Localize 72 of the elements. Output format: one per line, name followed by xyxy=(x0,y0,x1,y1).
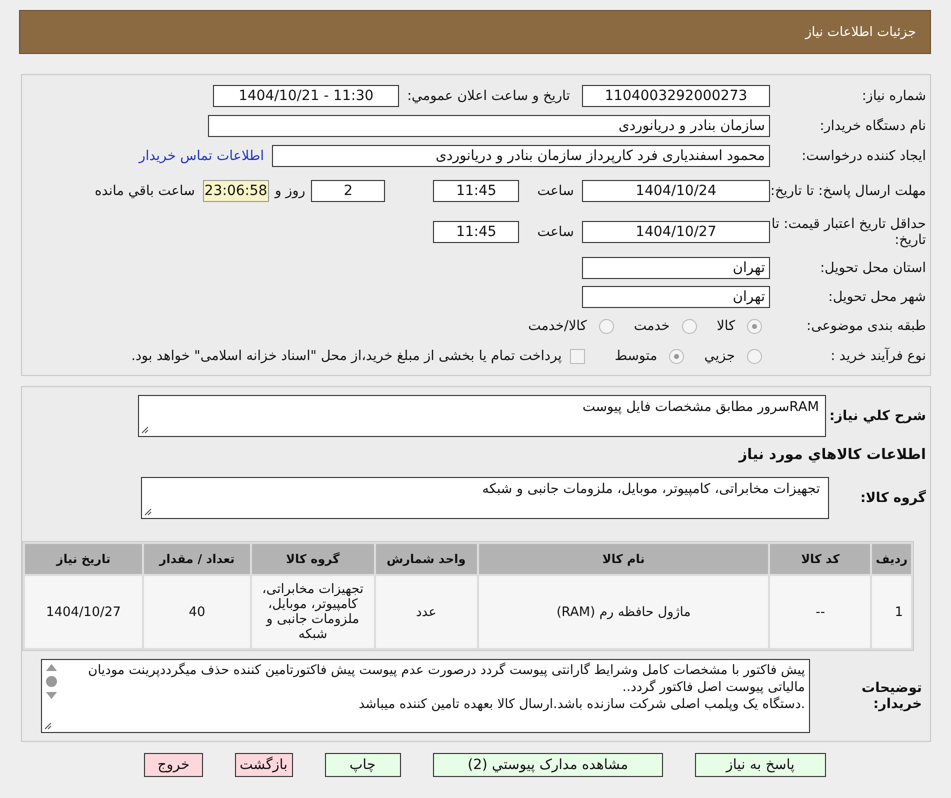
city-field: تهران xyxy=(582,286,770,308)
table-cell: -- xyxy=(770,576,870,648)
field-label: استان محل تحویل: xyxy=(819,260,927,276)
requester-field: محمود اسفندیاری فرد کارپرداز سازمان بنادر و دریانوردی xyxy=(272,145,770,167)
action-button[interactable]: چاپ xyxy=(324,753,401,777)
column-header: تاریخ نیاز xyxy=(25,544,142,574)
field-label: تاریخ و ساعت اعلان عمومي: xyxy=(407,88,570,104)
province-field: تهران xyxy=(582,256,770,278)
scroll-thumb-icon[interactable] xyxy=(46,676,57,687)
announce-date-field: 1404/10/21 - 11:30 xyxy=(213,85,400,107)
field-label: ساعت باقي مانده xyxy=(94,183,195,199)
validity-time-field: 11:45 xyxy=(433,221,520,243)
action-button[interactable]: بازگشت xyxy=(234,753,292,777)
table-cell: 1404/10/27 xyxy=(25,576,142,648)
checkbox[interactable] xyxy=(570,348,585,364)
radio-button[interactable] xyxy=(598,318,614,334)
resize-grip-icon xyxy=(144,508,152,516)
field-label: طبقه بندی موضوعی: xyxy=(806,318,927,334)
field-label: ایجاد کننده درخواست: xyxy=(800,148,927,164)
goods-group-field: تجهیزات مخابراتی، کامپیوتر، موبایل، ملزومات جانبی و شبکه xyxy=(141,477,829,519)
resize-grip-icon xyxy=(141,426,149,434)
section-heading: اطلاعات كالاهاي مورد نياز xyxy=(738,447,927,463)
field-label: گروه کالا: xyxy=(859,490,927,506)
deadline-time-field: 11:45 xyxy=(433,180,520,202)
column-header: تعداد / مقدار xyxy=(144,544,250,574)
action-button[interactable]: مشاهده مدارک پیوستي (2) xyxy=(432,753,664,777)
days-field: 2 xyxy=(311,180,386,202)
column-header: نام کالا xyxy=(478,544,768,574)
action-button[interactable]: پاسخ به نیاز xyxy=(695,753,826,777)
field-label: ساعت xyxy=(537,183,574,199)
scroll-up-icon[interactable] xyxy=(46,664,57,671)
radio-label: کالا/خدمت xyxy=(528,318,587,334)
table-cell: عدد xyxy=(376,576,477,648)
column-header: گروه کالا xyxy=(252,544,374,574)
column-header: ردیف xyxy=(872,544,911,574)
radio-label: متوسط xyxy=(614,348,658,364)
action-button[interactable]: خروج xyxy=(144,753,203,777)
field-label: مهلت ارسال پاسخ: تا تاریخ: xyxy=(770,183,927,199)
field-label: نوع فرآیند خرید : xyxy=(830,348,927,364)
countdown-field: 23:06:58 xyxy=(202,180,269,202)
buyer-notes-field: پیش فاکتور با مشخصات کامل وشرایط گارانتی پیوست گردد درصورت عدم پیوست پیش فاکتورتامین کننده حذف میگرددپرینت مودیان مالیاتی پیوست اصل فاکتور گردد.. .دستگاه یک وپلمب اصلی شرکت سازنده باشد.ارسال کالا بعهده تامین کننده میباشد xyxy=(41,659,810,733)
table-cell: 1 xyxy=(872,576,911,648)
need-number-field: 1104003292000273 xyxy=(582,85,770,107)
field-label: نام دستگاه خریدار: xyxy=(818,118,927,134)
radio-label: خدمت xyxy=(634,318,670,334)
radio-label: کالا xyxy=(716,318,735,334)
table-cell: تجهیزات مخابراتی، کامپیوتر، موبایل، ملزومات جانبی و شبکه xyxy=(252,576,374,648)
radio-button[interactable] xyxy=(669,348,684,364)
description-field: RAMسرور مطابق مشخصات فایل پیوست xyxy=(138,395,826,437)
field-label: توضیحات خریدار: xyxy=(860,680,923,712)
resize-grip-icon xyxy=(44,722,52,730)
page-title: جزئیات اطلاعات نیاز xyxy=(805,24,916,40)
field-label: روز و xyxy=(274,183,306,199)
radio-button[interactable] xyxy=(682,318,697,334)
table-cell: ماژول حافظه رم (RAM) xyxy=(478,576,768,648)
radio-label: جزيي xyxy=(704,348,735,364)
column-header: واحد شمارش xyxy=(376,544,477,574)
scroll-down-icon[interactable] xyxy=(46,692,57,699)
field-label: ساعت xyxy=(537,224,574,240)
checkbox-label: پرداخت تمام یا بخشی از مبلغ خرید،از محل "اسناد خزانه اسلامی" خواهد بود. xyxy=(131,348,562,364)
column-header: کد کالا xyxy=(770,544,870,574)
field-label: شهر محل تحویل: xyxy=(827,288,927,304)
field-label: شماره نیاز: xyxy=(860,88,927,104)
radio-button[interactable] xyxy=(747,348,762,364)
buyer-org-field: سازمان بنادر و دریانوردی xyxy=(208,115,770,137)
contact-link[interactable]: اطلاعات تماس خریدار xyxy=(138,148,264,164)
radio-button[interactable] xyxy=(747,318,762,334)
validity-date-field: 1404/10/27 xyxy=(582,221,770,243)
field-label: حداقل تاریخ اعتبار قیمت: تا تاریخ: xyxy=(770,216,927,248)
field-label: شرح كلي نياز: xyxy=(828,408,927,424)
deadline-date-field: 1404/10/24 xyxy=(582,180,770,202)
table-cell: 40 xyxy=(144,576,250,648)
